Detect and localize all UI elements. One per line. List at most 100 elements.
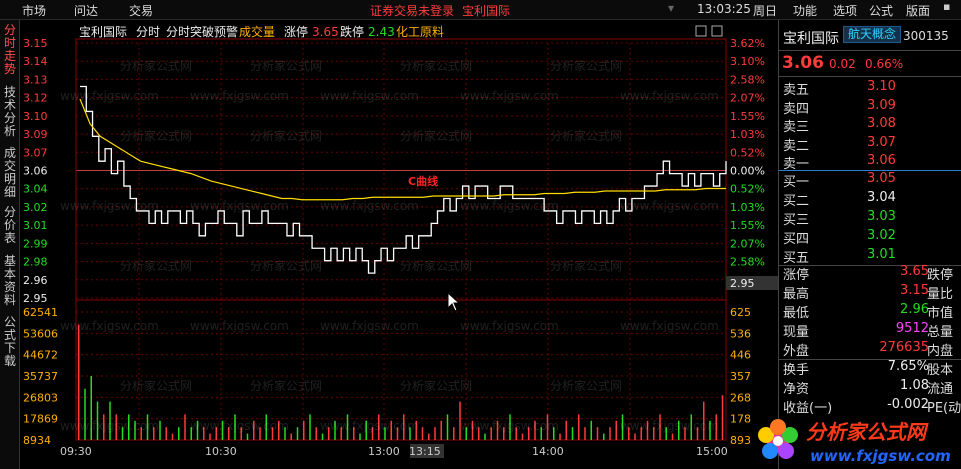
tab-intraday[interactable]: 分时走势 [2,24,18,76]
tab-formula-download[interactable]: 公式下载 [2,316,18,368]
intraday-chart[interactable]: 宝利国际 分时 分时突破预警 成交量 涨停 3.65 跌停 2.43 化工原料 3.15 3.62%… [20,20,778,469]
price-tick-label: 2.99 [23,237,48,250]
volume-tick-label: 44672 [23,349,58,362]
watermark-text: www.fxjgsw.com [190,89,289,103]
quote-panel: 宝利国际 航天概念 300135 3.06 0.02 0.66% 卖五 3.10 卖… [778,20,961,469]
pct-tick-label: 3.62% [730,37,765,50]
dropdown-arrow-icon[interactable]: ▾ [668,1,674,15]
menu-market[interactable]: 市场 [22,2,46,19]
panel-toggle-icon[interactable]: ▪ [943,0,955,18]
price-change: 0.02 [829,57,856,71]
price-tick-label: 3.14 [23,55,48,68]
menu-wenda[interactable]: 问达 [74,2,98,19]
stat-label-secondary: 流通 [927,382,954,397]
watermark-text: 分析家公式网 [400,378,472,393]
stat-label: 外盘 [783,344,810,359]
volume-bar [165,427,167,440]
menu-formula[interactable]: 公式 [869,2,893,19]
volume-right-tick-label: 893 [730,434,751,447]
watermark-text: 分析家公式网 [250,58,322,73]
stat-value: 3.15 [900,283,929,298]
tab-technical[interactable]: 技术分析 [2,86,18,138]
watermark-text: www.fxjgsw.com [460,89,559,103]
bid-row-price: 3.01 [867,247,896,262]
menu-layout[interactable]: 版面 [906,2,930,19]
stat-label-secondary: 跌停 [927,268,954,283]
login-status[interactable]: 证券交易未登录 [370,2,454,19]
volume-bar [578,414,580,440]
ask-row[interactable]: 卖五 3.10 [779,79,961,98]
volume-bar [603,433,605,440]
chart-stock-name: 宝利国际 [79,25,127,39]
chart-labels: 宝利国际 分时 分时突破预警 成交量 涨停 3.65 跌停 2.43 化工原料 3.15 3.62%… [23,24,778,458]
pct-tick-label: 1.55% [730,219,765,232]
watermark-title: 分析家公式网 [806,420,929,444]
volume-bar [484,433,486,440]
volume-bar [359,433,361,440]
stat-label: 现量 [783,325,810,340]
bid-row[interactable]: 买二 3.04 [779,190,961,209]
ask-row[interactable]: 卖四 3.09 [779,98,961,117]
chart-sector-label: 化工原料 [396,25,444,39]
price-tick-label: 3.04 [23,183,48,196]
bid-row-price: 3.03 [867,209,896,224]
time-tick-label: 13:00 [368,445,400,458]
watermark-text: www.fxjgsw.com [460,319,559,333]
chart-settings-icon [695,25,707,37]
bid-row-label: 买三 [783,213,810,228]
chart-volume-label: 成交量 [239,24,275,39]
watermark-text: 分析家公式网 [120,378,192,393]
pct-tick-label: 1.55% [730,110,765,123]
volume-bar [565,420,567,440]
top-menu-bar: 市场 问达 交易 证券交易未登录 宝利国际 ▾ 13:03:25 周日 功能 选… [0,0,961,20]
ask-row-label: 卖五 [783,83,810,98]
menu-function[interactable]: 功能 [793,2,817,19]
bid-row-price: 3.05 [867,171,896,186]
watermark-text: www.fxjgsw.com [60,199,159,213]
menu-trade[interactable]: 交易 [129,2,153,19]
watermark-text: 分析家公式网 [400,258,472,273]
chart-close-icon [711,25,723,37]
stat-label: 净资 [783,382,810,397]
price-tick-label: 3.07 [23,146,48,159]
pct-tick-label: 2.07% [730,237,765,250]
watermark-text: 分析家公式网 [400,128,472,143]
pct-tick-label: 1.03% [730,201,765,214]
time-tick-label: 13:15 [409,445,441,458]
menu-options[interactable]: 选项 [833,2,857,19]
price-tick-label: 3.09 [23,128,48,141]
pct-tick-label: 1.03% [730,128,765,141]
tab-trade-detail[interactable]: 成交明细 [2,147,18,199]
watermark-text: www.fxjgsw.com [190,419,289,433]
bid-row[interactable]: 买一 3.05 [779,171,961,190]
stat-row: 净资 1.08 流通 [779,378,961,397]
volume-right-tick-label: 357 [730,370,751,383]
chart-limit-down-value: 2.43 [368,25,395,39]
watermark-text: 分析家公式网 [120,258,192,273]
volume-right-tick-label: 625 [730,306,751,319]
ask-row-label: 卖二 [783,138,810,154]
tab-fundamentals[interactable]: 基本资料 [2,255,18,307]
watermark-text: www.fxjgsw.com [320,419,419,433]
price-tick-label: 2.96 [23,274,48,287]
chart-limit-up-label: 涨停 [284,24,308,39]
bid-row[interactable]: 买三 3.03 [779,209,961,228]
volume-bar [303,420,305,440]
volume-bar [434,427,436,440]
volume-bar [596,427,599,440]
time-tick-label: 09:30 [60,445,92,458]
stock-code: 300135 [903,29,949,43]
ask-row[interactable]: 卖三 3.08 [779,116,961,135]
bid-row[interactable]: 买四 3.02 [779,228,961,247]
price-tick-label: 3.02 [23,201,48,214]
tab-price-table[interactable]: 分价表 [2,206,18,245]
clock-time: 13:03:25 [697,2,751,16]
volume-bar [609,427,611,440]
price-tick-label: 2.98 [23,256,48,269]
chart-limit-down-label: 跌停 [340,24,364,39]
ask-row[interactable]: 卖二 3.07 [779,135,961,154]
stat-row: 外盘 276635 内盘 [779,340,961,359]
price-tick-label: 3.12 [23,92,48,105]
bid-row-label: 买二 [783,194,810,209]
concept-tag[interactable]: 航天概念 [843,26,901,43]
